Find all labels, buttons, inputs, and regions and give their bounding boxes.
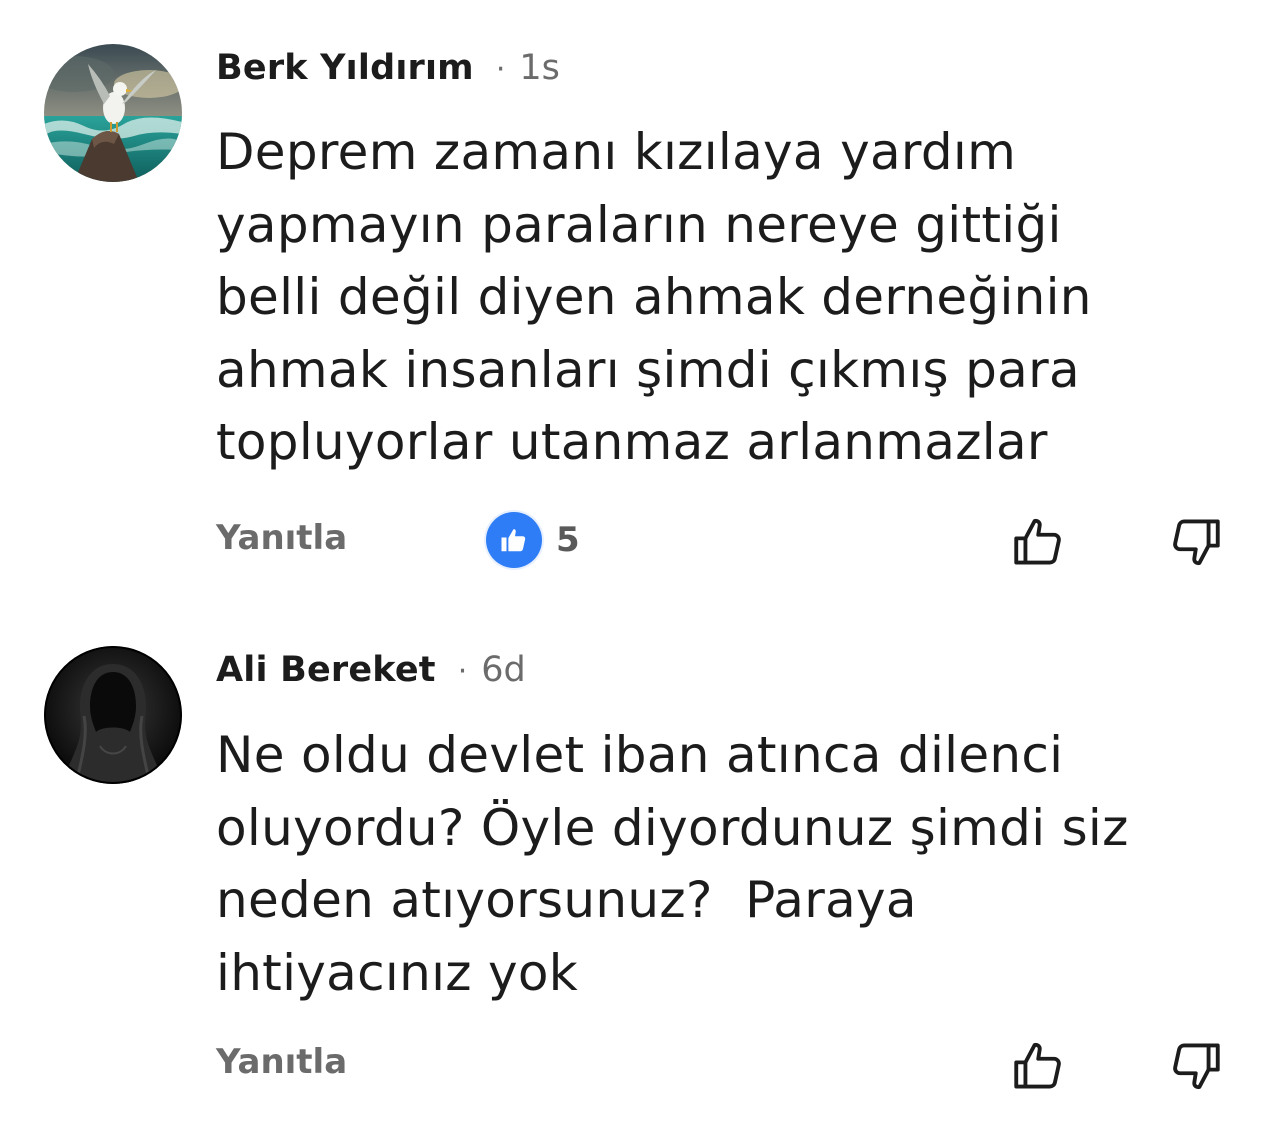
separator-dot: ·	[457, 654, 468, 689]
hooded-figure-avatar[interactable]	[44, 646, 182, 784]
comment-header: Berk Yıldırım · 1s	[216, 48, 560, 88]
timestamp: 6d	[481, 650, 526, 690]
reply-button[interactable]: Yanıtla	[216, 518, 347, 558]
thumbs-up-icon[interactable]	[1008, 1036, 1068, 1096]
comment-header: Ali Bereket · 6d	[216, 650, 526, 690]
seagull-on-rock-avatar[interactable]	[44, 44, 182, 182]
reply-button[interactable]: Yanıtla	[216, 1042, 347, 1082]
like-reaction-icon	[486, 512, 542, 568]
author-name[interactable]: Berk Yıldırım	[216, 48, 474, 88]
author-name[interactable]: Ali Bereket	[216, 650, 436, 690]
comment-actions: Yanıtla	[0, 1036, 1280, 1096]
like-count: 5	[556, 520, 580, 560]
comment-text: Ne oldu devlet iban atınca dilenci oluyo…	[216, 726, 1129, 1002]
thumbs-down-icon[interactable]	[1166, 512, 1226, 572]
comment-actions: Yanıtla 5	[0, 512, 1280, 572]
comment-text: Deprem zamanı kızılaya yardım yapmayın p…	[216, 123, 1092, 471]
timestamp: 1s	[519, 48, 560, 88]
reaction-summary[interactable]: 5	[486, 512, 580, 568]
thumbs-down-icon[interactable]	[1166, 1036, 1226, 1096]
separator-dot: ·	[495, 52, 506, 87]
thumbs-up-icon[interactable]	[1008, 512, 1068, 572]
